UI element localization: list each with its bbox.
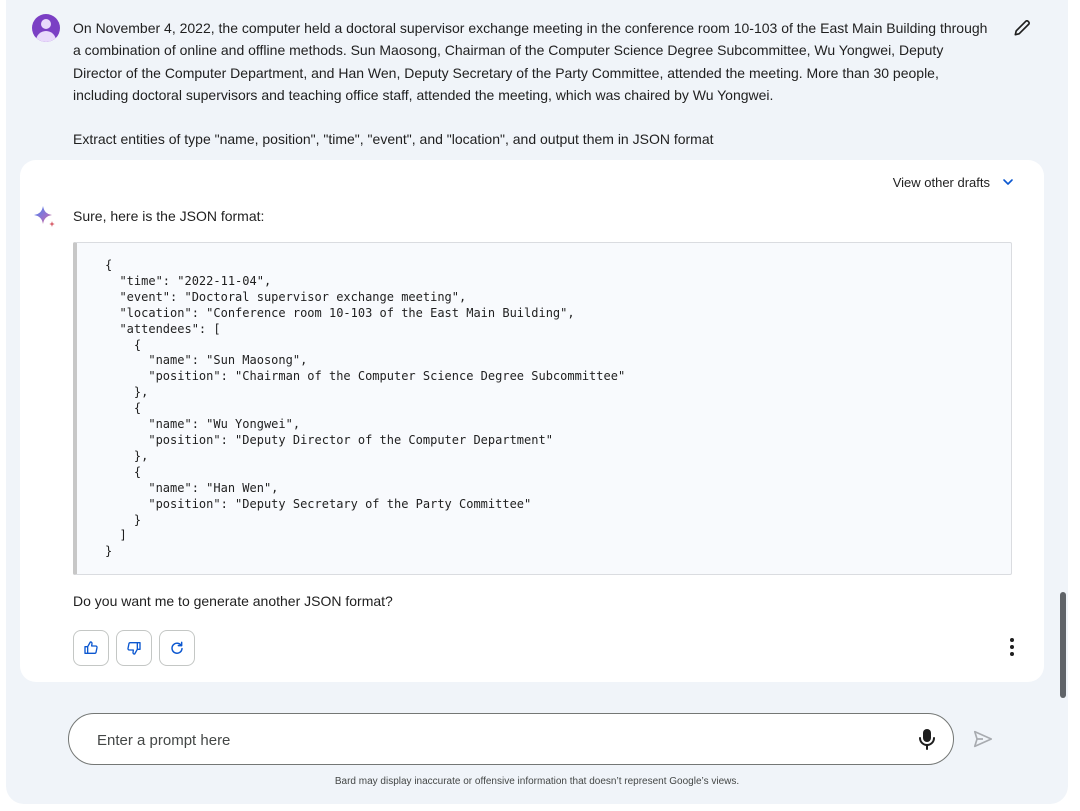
user-message: On November 4, 2022, the computer held a…: [73, 17, 993, 150]
scrollbar-thumb[interactable]: [1060, 592, 1066, 698]
send-icon[interactable]: [972, 728, 994, 750]
response-intro: Sure, here is the JSON format:: [73, 208, 265, 224]
regenerate-icon: [171, 641, 183, 654]
view-other-drafts-label: View other drafts: [892, 174, 990, 190]
regenerate-button[interactable]: [159, 630, 195, 666]
more-vert-icon[interactable]: [1004, 636, 1020, 658]
code-block: { "time": "2022-11-04", "event": "Doctor…: [73, 242, 1012, 575]
view-other-drafts-button[interactable]: View other drafts: [893, 174, 1016, 190]
disclaimer-text: Bard may display inaccurate or offensive…: [334, 776, 740, 787]
response-follow-up: Do you want me to generate another JSON …: [73, 593, 393, 609]
chevron-down-icon: [1003, 179, 1013, 185]
thumbs-down-button[interactable]: [116, 630, 152, 666]
pencil-icon[interactable]: [1012, 18, 1032, 38]
thumbs-up-icon: [84, 641, 98, 654]
code-content: { "time": "2022-11-04", "event": "Doctor…: [105, 258, 626, 559]
mic-icon[interactable]: [916, 727, 938, 751]
user-message-paragraph: On November 4, 2022, the computer held a…: [73, 20, 988, 103]
user-message-instruction: Extract entities of type "name, position…: [73, 131, 714, 148]
prompt-box: [68, 713, 954, 765]
user-avatar: [32, 14, 60, 42]
thumbs-up-button[interactable]: [73, 630, 109, 666]
bard-sparkle-icon: [34, 206, 55, 227]
prompt-input[interactable]: [97, 728, 877, 752]
thumbs-down-icon: [127, 642, 141, 655]
